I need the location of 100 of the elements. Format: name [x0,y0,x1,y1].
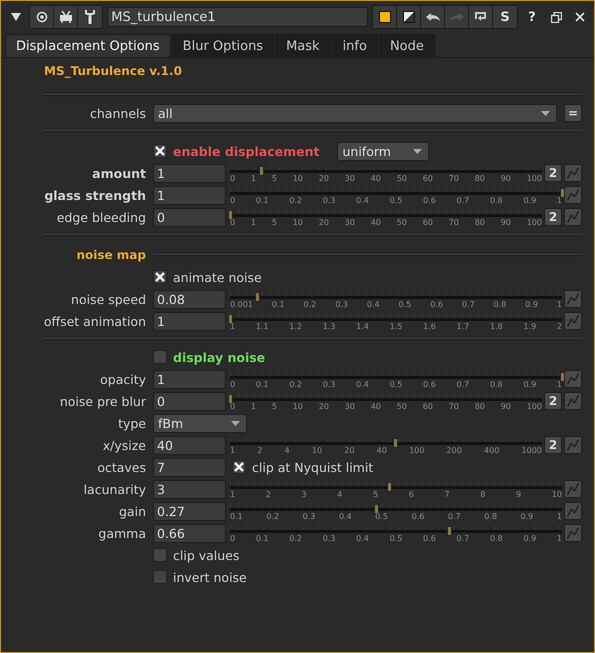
tick-label: 0.8 [490,380,503,389]
tick-label: 9 [516,490,522,499]
checkbox[interactable] [153,548,167,562]
undo-button[interactable] [421,6,445,28]
split-square-icon [402,11,414,23]
tick-label: 90 [500,402,511,411]
slider-thumb[interactable] [228,210,233,220]
color-button[interactable] [373,6,397,28]
value-field[interactable]: 7 [153,458,226,476]
cross-icon [155,146,165,156]
checkbox[interactable] [153,144,167,158]
checkbox[interactable] [153,350,167,364]
tick-label: 1 [556,512,562,521]
equals-button[interactable]: = [564,104,582,122]
tick-label: 2 [257,446,262,455]
tick-label: 0.8 [490,534,503,543]
field-label: type [117,416,147,430]
node-name-field[interactable]: MS_turbulence1 [107,7,368,27]
checkbox[interactable] [232,460,246,474]
tick-label: 1.8 [490,322,503,331]
slider-track[interactable]: 0.1 0.2 0.3 0.4 0.5 0.6 0.7 0.8 0.9 1 [230,500,562,522]
slider-track[interactable]: 0.001 0.1 0.2 0.3 0.4 0.5 0.6 0.7 0.8 0.9 1 [230,288,562,310]
tab[interactable]: Node [378,34,435,57]
field-label: amount [91,166,147,180]
tick-label: 0.1 [272,300,285,309]
value-field[interactable]: 1 [153,164,226,182]
checkbox-label: clip values [173,548,240,562]
value-field[interactable]: 1 [153,370,226,388]
bug-button[interactable] [54,6,78,28]
slider-track[interactable]: 0 1 5 10 20 30 40 50 60 70 80 90 100 [230,162,542,184]
tick-label: 0.2 [289,380,302,389]
wrench-icon [84,10,96,24]
split-button[interactable]: 2 [544,164,562,182]
slider-thumb[interactable] [374,504,380,514]
tick-label: 1 [230,322,236,331]
slider-track[interactable]: 0 1 5 10 20 30 40 50 60 70 80 90 100 [230,390,542,412]
value-field[interactable]: 0.27 [153,502,226,520]
tick-label: 0.2 [304,300,316,309]
tab[interactable]: Mask [275,34,331,57]
type-dropdown[interactable]: fBm [153,414,247,432]
revert-button[interactable] [469,6,493,28]
tick-label: 30 [344,218,355,227]
value-field[interactable]: 1 [153,312,226,330]
value-field[interactable]: 3 [153,480,226,498]
tick-label: 10 [292,174,303,183]
tick-label: 200 [446,446,462,455]
slider-track[interactable]: 1 1.1 1.2 1.3 1.4 1.5 1.6 1.7 1.8 1.9 2 [230,310,562,332]
value-field[interactable]: 0 [153,208,226,226]
slider-thumb[interactable] [447,526,452,536]
slider-track[interactable]: 1 2 3 4 5 6 7 8 9 10 [230,478,562,500]
slider-track[interactable]: 0 1 5 10 20 30 40 50 60 70 80 90 100 [230,206,542,228]
value-field[interactable]: 0 [153,392,226,410]
tick-label: 2 [266,490,271,499]
slider-track[interactable]: 0 0.1 0.2 0.3 0.4 0.5 0.6 0.7 0.8 0.9 1 [230,368,562,390]
revert-icon [474,10,487,24]
tick-label: 5 [272,174,277,183]
tick-label: 90 [500,174,511,183]
curve-icon [566,166,580,180]
slider-thumb[interactable] [560,188,565,198]
channels-dropdown[interactable]: all [153,104,557,122]
curve-icon [566,394,580,408]
tab[interactable]: info [332,34,378,57]
value-field[interactable]: 0.66 [153,524,226,542]
tick-label: 0 [230,218,236,227]
tab[interactable]: Displacement Options [5,34,171,57]
tick-label: 100 [526,402,542,411]
split-button[interactable]: 2 [544,208,562,226]
slider-thumb[interactable] [254,292,260,302]
value-field[interactable]: 0.08 [153,290,226,308]
slider-thumb[interactable] [259,166,264,176]
bug-icon [58,11,73,23]
slider-track[interactable]: 1 2 4 10 20 40 100 200 400 1000 [230,434,542,456]
field-label: noise pre blur [58,394,147,408]
mode-dropdown[interactable]: uniform [337,142,430,160]
tick-label: 1 [556,196,562,205]
tick-label: 90 [500,218,511,227]
slider-thumb[interactable] [560,372,565,382]
tick-label: 5 [272,402,277,411]
mixed-button[interactable] [397,6,421,28]
tick-label: 100 [526,174,542,183]
tick-label: 1 [230,446,236,455]
slider-track[interactable]: 0 0.1 0.2 0.3 0.4 0.5 0.6 0.7 0.8 0.9 1 [230,522,562,544]
split-button[interactable]: 2 [544,392,562,410]
help-button[interactable]: ? [522,6,542,28]
slider-thumb[interactable] [228,394,233,404]
field-label: glass strength [43,188,147,202]
slider-track[interactable]: 0 0.1 0.2 0.3 0.4 0.5 0.6 0.7 0.8 0.9 1 [230,184,562,206]
wrench-button[interactable] [78,6,102,28]
tab[interactable]: Blur Options [172,34,274,57]
value-field[interactable]: 1 [153,186,226,204]
script-button[interactable]: S [493,6,517,28]
checkbox[interactable] [153,270,167,284]
split-button[interactable]: 2 [544,436,562,454]
slider-thumb[interactable] [228,314,233,324]
circle-button[interactable] [30,6,54,28]
tick-label: 60 [422,174,433,183]
checkbox[interactable] [153,570,167,584]
slider-thumb[interactable] [393,438,398,448]
value-field[interactable]: 40 [153,436,226,454]
slider-thumb[interactable] [387,482,392,492]
